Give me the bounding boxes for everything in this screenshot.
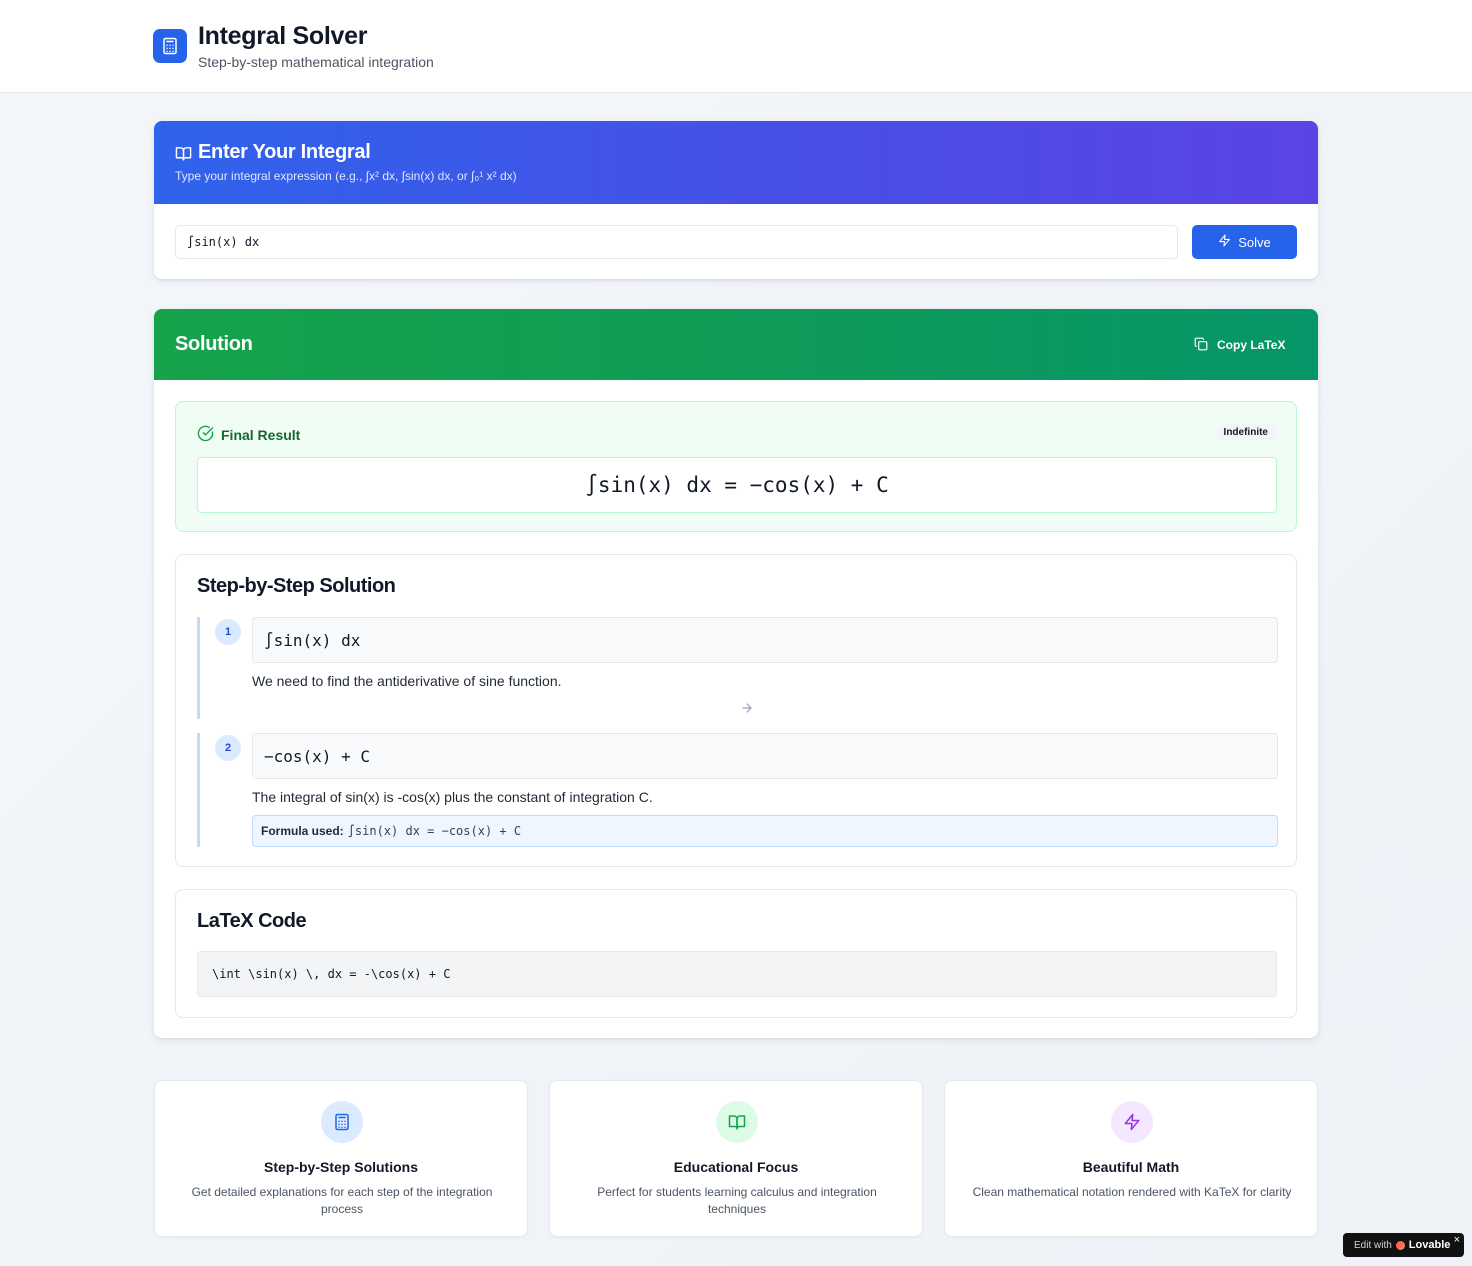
final-result-heading: Final Result xyxy=(197,425,300,445)
integral-input[interactable] xyxy=(175,225,1178,259)
app-title: Integral Solver xyxy=(198,22,368,50)
step-item: 2 −cos(x) + C The integral of sin(x) is … xyxy=(197,733,1278,847)
solve-button-label: Solve xyxy=(1238,234,1271,250)
zap-icon xyxy=(1111,1101,1153,1143)
edit-with-lovable-badge[interactable]: Edit with Lovable × xyxy=(1343,1233,1464,1257)
lovable-heart-icon xyxy=(1395,1240,1405,1250)
feature-card-step-by-step: Step-by-Step Solutions Get detailed expl… xyxy=(154,1080,528,1237)
feature-description: Perfect for students learning calculus a… xyxy=(597,1185,877,1216)
arrow-right-icon xyxy=(740,701,754,720)
book-open-icon xyxy=(175,145,192,167)
badge-prefix: Edit with xyxy=(1354,1239,1392,1251)
zap-icon xyxy=(1218,234,1231,250)
feature-title: Step-by-Step Solutions xyxy=(264,1159,418,1175)
copy-latex-label: Copy LaTeX xyxy=(1217,338,1286,352)
app-header: Integral Solver Step-by-step mathematica… xyxy=(0,0,1472,93)
feature-description: Clean mathematical notation rendered wit… xyxy=(972,1185,1292,1199)
input-card-description: Type your integral expression (e.g., ∫x²… xyxy=(175,169,517,183)
input-card-title: Enter Your Integral xyxy=(198,141,371,163)
solution-card-header: Solution Copy LaTeX xyxy=(154,309,1318,380)
formula-expression: ∫sin(x) dx = −cos(x) + C xyxy=(347,824,522,838)
step-expression: ∫sin(x) dx xyxy=(252,617,1278,663)
app-subtitle: Step-by-step mathematical integration xyxy=(198,54,434,70)
copy-icon xyxy=(1194,337,1208,354)
input-card-header: Enter Your Integral Type your integral e… xyxy=(154,121,1318,204)
integral-type-badge: Indefinite xyxy=(1215,424,1276,441)
integral-input-card: Enter Your Integral Type your integral e… xyxy=(154,121,1318,279)
feature-description: Get detailed explanations for each step … xyxy=(191,1185,493,1216)
steps-title: Step-by-Step Solution xyxy=(197,575,396,597)
solution-card: Solution Copy LaTeX Final Result Indefin… xyxy=(154,309,1318,1038)
step-expression: −cos(x) + C xyxy=(252,733,1278,779)
calculator-logo-icon xyxy=(153,29,187,63)
solution-title: Solution xyxy=(175,333,253,355)
close-icon[interactable]: × xyxy=(1454,1234,1460,1246)
formula-label: Formula used: xyxy=(261,824,344,838)
feature-title: Educational Focus xyxy=(673,1159,799,1175)
calculator-icon xyxy=(321,1101,363,1143)
latex-code-block: \int \sin(x) \, dx = -\cos(x) + C xyxy=(197,951,1277,997)
feature-card-beautiful-math: Beautiful Math Clean mathematical notati… xyxy=(944,1080,1318,1237)
solve-button[interactable]: Solve xyxy=(1192,225,1297,259)
final-result-panel: Final Result Indefinite ∫sin(x) dx = −co… xyxy=(175,401,1297,532)
step-number: 2 xyxy=(215,735,241,761)
final-result-label: Final Result xyxy=(221,427,301,443)
feature-card-educational: Educational Focus Perfect for students l… xyxy=(549,1080,923,1237)
step-by-step-panel: Step-by-Step Solution 1 ∫sin(x) dx We ne… xyxy=(175,554,1297,867)
step-description: The integral of sin(x) is -cos(x) plus t… xyxy=(252,789,653,805)
feature-title: Beautiful Math xyxy=(1082,1159,1180,1175)
step-number: 1 xyxy=(215,619,241,645)
book-icon xyxy=(716,1101,758,1143)
formula-used-box: Formula used: ∫sin(x) dx = −cos(x) + C xyxy=(252,815,1278,847)
latex-code-panel: LaTeX Code \int \sin(x) \, dx = -\cos(x)… xyxy=(175,889,1297,1018)
check-circle-icon xyxy=(197,425,214,445)
step-description: We need to find the antiderivative of si… xyxy=(252,673,562,689)
latex-title: LaTeX Code xyxy=(197,910,307,932)
final-result-expression: ∫sin(x) dx = −cos(x) + C xyxy=(197,457,1277,513)
step-item: 1 ∫sin(x) dx We need to find the antider… xyxy=(197,617,1278,720)
copy-latex-button[interactable]: Copy LaTeX xyxy=(1194,333,1285,357)
badge-brand: Lovable xyxy=(1408,1239,1451,1251)
